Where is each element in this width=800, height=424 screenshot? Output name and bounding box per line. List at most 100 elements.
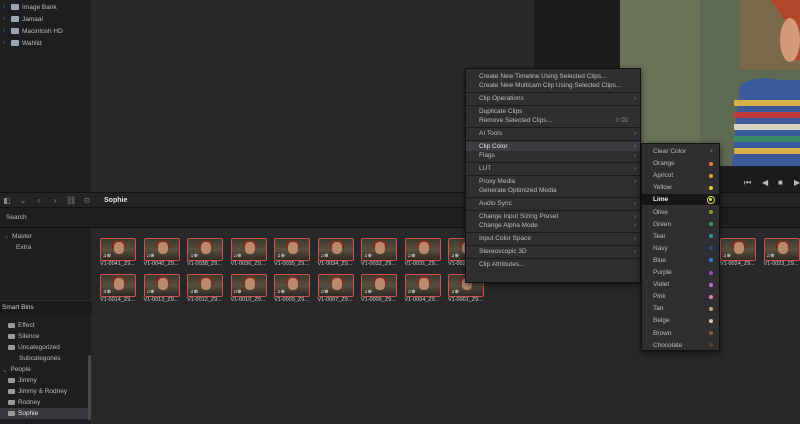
menu-item-label: Duplicate Clips (479, 108, 523, 115)
clip-color-item[interactable]: Pink (642, 291, 719, 302)
volume-item[interactable]: › Jamaal (0, 13, 43, 25)
context-menu-item[interactable]: Create New Timeline Using Selected Clips… (466, 72, 640, 81)
clip-thumbnail[interactable]: ♫⊛ V1-0041_Z9... (100, 238, 136, 269)
clip-thumb-face (114, 278, 124, 290)
context-menu-item[interactable]: Remove Selected Clips... ⇧⌫ (466, 116, 640, 125)
context-menu-item[interactable]: Duplicate Clips (466, 107, 640, 116)
smart-bin-item[interactable]: Jimmy & Rodney (0, 386, 88, 397)
clip-color-item[interactable]: Green (642, 219, 719, 230)
clip-thumbnail[interactable]: ♫⊛ V1-0040_Z9... (143, 238, 180, 269)
context-menu-item[interactable]: Change Input Sizing Preset › (466, 212, 640, 221)
clip-color-item[interactable]: Brown (642, 328, 719, 339)
clip-thumbnail[interactable]: ♫⊛ V1-0024_Z9... (720, 238, 756, 269)
volume-item[interactable]: › Wahlid (0, 37, 42, 49)
clip-color-item[interactable]: Orange (642, 158, 719, 169)
context-menu-item[interactable]: Clip Color › (466, 142, 640, 151)
chevron-down-icon[interactable]: ⌄ (18, 196, 28, 205)
clip-color-item[interactable]: Navy (642, 243, 719, 254)
chevron-right-icon[interactable]: › (0, 40, 8, 46)
clip-thumbnail[interactable]: ♫⊛ V1-0038_Z9... (187, 238, 223, 269)
context-menu-item[interactable]: Clip Attributes... (466, 260, 640, 269)
clip-name: V1-0024_Z9... (720, 261, 755, 267)
clip-thumbnail[interactable]: ♫⊛ V1-0036_Z9... (230, 238, 267, 269)
skip-back-icon[interactable]: ⏮ (744, 178, 751, 188)
clip-thumbnail[interactable]: ♫⊛ V1-0009_Z9... (274, 274, 310, 305)
volume-item[interactable]: › Macintosh HD (0, 25, 63, 37)
context-menu-item[interactable]: Generate Optimized Media (466, 186, 640, 195)
context-menu-item[interactable]: Change Alpha Mode › (466, 221, 640, 230)
smart-bin-item[interactable]: ⌄ People (0, 364, 88, 375)
smart-bin-item[interactable]: Uncategorized (0, 342, 88, 353)
menu-item-label: Change Input Sizing Preset (479, 213, 559, 220)
context-menu-item[interactable]: LUT › (466, 164, 640, 173)
smart-bin-item[interactable]: Subcategories (0, 353, 88, 364)
clip-thumbnail[interactable]: ♫⊛ V1-0012_Z9... (187, 274, 223, 305)
clip-thumbnail[interactable]: ♫⊛ V1-0010_Z9... (230, 274, 267, 305)
clip-color-item[interactable]: Blue (642, 255, 719, 266)
clip-thumbnail[interactable]: ♫⊛ V1-0032_Z9... (361, 238, 397, 269)
smart-bins-header[interactable]: Smart Bins (0, 300, 92, 314)
clip-color-item[interactable]: Apricot (642, 170, 719, 181)
clip-thumb-image: ♫⊛ (317, 274, 354, 297)
clip-thumbnail[interactable]: ♫⊛ V1-0034_Z9... (317, 238, 354, 269)
clip-color-item[interactable]: Violet (642, 279, 719, 290)
menu-separator (466, 244, 640, 246)
clip-color-item[interactable]: Yellow (642, 182, 719, 193)
clip-name: V1-0009_Z9... (274, 297, 309, 303)
clip-color-item[interactable]: Lime (642, 194, 719, 206)
clip-color-submenu: Clear Color × Orange Apricot Yellow Lime Olive… (641, 143, 720, 351)
context-menu-item[interactable]: Flags › (466, 151, 640, 160)
smart-bin-item[interactable]: Jimmy (0, 375, 88, 386)
clip-thumbnail[interactable]: ♫⊛ V1-0023_Z9... (763, 238, 800, 269)
context-menu-item[interactable]: Stereoscopic 3D › (466, 247, 640, 256)
context-menu-item[interactable]: Input Color Space › (466, 234, 640, 243)
clip-thumbnail[interactable]: ♫⊛ V1-0014_Z9... (100, 274, 136, 305)
chevron-right-icon[interactable]: › (0, 4, 8, 10)
smart-bin-item[interactable]: Effect (0, 320, 88, 331)
audio-video-icon: ♫⊛ (451, 289, 459, 295)
clip-color-item[interactable]: Tan (642, 303, 719, 314)
clip-thumbnail[interactable]: ♫⊛ V1-0035_Z9... (274, 238, 310, 269)
clip-thumbnail[interactable]: ♫⊛ V1-0004_Z9... (404, 274, 441, 305)
back-icon[interactable]: ‹ (34, 196, 44, 205)
smart-bins-scrollbar[interactable] (88, 355, 91, 420)
bin-master[interactable]: ⌄ Master (4, 233, 32, 240)
clip-color-item[interactable]: Teal (642, 231, 719, 242)
clip-color-item[interactable]: Clear Color × (642, 146, 719, 157)
play-reverse-icon[interactable]: ◀ (762, 178, 768, 187)
chevron-right-icon[interactable]: › (0, 16, 8, 22)
volume-item[interactable]: › Image Bank (0, 1, 57, 13)
clip-thumbnail[interactable]: ♫⊛ V1-0013_Z9... (143, 274, 180, 305)
link-icon[interactable]: ⛓ (66, 196, 76, 205)
stop-icon[interactable]: ■ (778, 178, 783, 187)
clip-color-item[interactable]: Purple (642, 267, 719, 278)
menu-item-label: LUT (479, 165, 492, 172)
clip-thumbnail[interactable]: ♫⊛ V1-0007_Z9... (317, 274, 354, 305)
context-menu-item[interactable]: Create New Multicam Clip Using Selected … (466, 81, 640, 90)
color-swatch-icon (709, 222, 713, 227)
menu-item-label: Proxy Media (479, 178, 516, 185)
clip-thumbnail[interactable]: ♫⊛ V1-0031_Z9... (404, 238, 441, 269)
clip-color-item[interactable]: Beige (642, 315, 719, 326)
clip-color-item[interactable]: Chocolate (642, 340, 719, 351)
context-menu-item[interactable]: Audio Sync › (466, 199, 640, 208)
context-menu-item[interactable]: Proxy Media › (466, 177, 640, 186)
context-menu-item[interactable]: AI Tools › (466, 129, 640, 138)
smart-bin-item[interactable]: Silence (0, 331, 88, 342)
volume-label: Image Bank (22, 3, 57, 11)
clip-thumbnail[interactable]: ♫⊛ V1-0006_Z9... (361, 274, 397, 305)
sync-icon[interactable]: ⊙ (82, 196, 92, 205)
forward-icon[interactable]: › (50, 196, 60, 205)
clip-thumb-face (375, 278, 385, 290)
clip-color-item[interactable]: Olive (642, 207, 719, 218)
bin-extra[interactable]: Extra (16, 244, 31, 251)
source-viewer[interactable] (620, 0, 800, 166)
panel-toggle-icon[interactable]: ◧ (2, 196, 12, 205)
play-icon[interactable]: ▶ (794, 178, 800, 187)
audio-video-icon: ♫⊛ (103, 253, 111, 259)
clip-name: V1-0012_Z9... (187, 297, 222, 303)
chevron-right-icon[interactable]: › (0, 28, 8, 34)
smart-bin-item[interactable]: Sophie (0, 408, 88, 419)
smart-bin-item[interactable]: Rodney (0, 397, 88, 408)
context-menu-item[interactable]: Clip Operations › (466, 94, 640, 103)
